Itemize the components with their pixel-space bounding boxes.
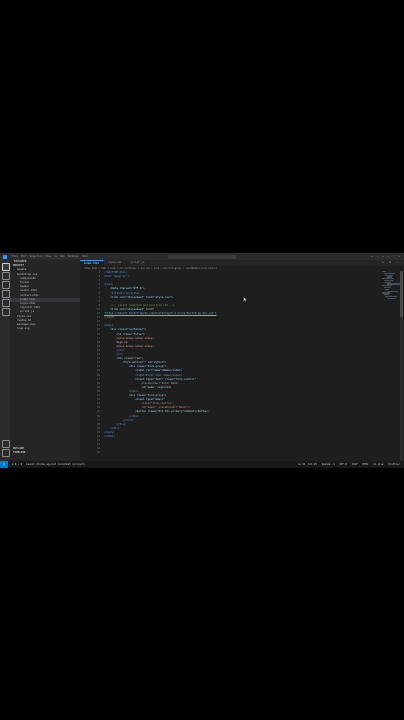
window-control-2-icon[interactable]: ▭: [382, 253, 383, 260]
app-logo-icon: [3, 254, 7, 259]
code-editor[interactable]: 1 <!DOCTYPE html> 2 <html lang="en"> 3 4 <head…: [80, 271, 380, 461]
status-right-item[interactable]: Prettier: [388, 461, 400, 468]
code-line[interactable]: "https://maxcdn.bootstrapcdn.com/bootstr…: [104, 312, 216, 316]
bottom-panels: OUTLINE TIMELINE: [10, 447, 80, 455]
breadcrumb[interactable]: index.html > html > body > div.container…: [84, 267, 384, 271]
search-icon[interactable]: [2, 272, 10, 280]
scrollbar-thumb[interactable]: [400, 271, 403, 317]
menu-item-view[interactable]: View: [46, 253, 52, 260]
timeline-section[interactable]: TIMELINE: [10, 451, 80, 455]
status-right-item[interactable]: HTML: [363, 461, 369, 468]
status-right-item[interactable]: UTF-8: [340, 461, 347, 468]
menu-item-edit[interactable]: Edit: [21, 253, 27, 260]
editor-actions[interactable]: ⊳ ⧉ ⋯: [382, 260, 400, 266]
window-control-5-icon[interactable]: ✕: [399, 253, 400, 260]
code-line[interactable]: </html>: [104, 435, 115, 439]
menu-item-help[interactable]: Help: [82, 253, 88, 260]
window-control-0-icon[interactable]: ▭: [371, 253, 372, 260]
window-controls: ▭ ▭ ▭ — ▢ ✕: [371, 253, 400, 260]
file-tree: assets bootstrap.css components footer heade…: [10, 268, 80, 331]
code-line[interactable]: <html lang="en">: [104, 275, 129, 279]
menu-item-go[interactable]: Go: [54, 253, 57, 260]
editor-scrollbar[interactable]: [400, 271, 403, 461]
remote-indicator-icon[interactable]: ⌬: [0, 461, 8, 468]
command-center-search[interactable]: [168, 254, 236, 259]
source-control-icon[interactable]: [2, 281, 10, 289]
menu-bar: File Edit Selection View Go Run Terminal Help: [12, 253, 88, 260]
minimap-line: [386, 297, 396, 299]
activity-bar: [0, 260, 10, 461]
title-bar: File Edit Selection View Go Run Terminal Help ▭…: [0, 253, 404, 260]
status-left-item[interactable]: ⊗ 0 ⚠ 0: [12, 461, 22, 468]
editor-area: index.html style.css script.js ⊳ ⧉ ⋯ index…: [80, 260, 404, 461]
status-right-item[interactable]: Spaces: 4: [322, 461, 335, 468]
window-control-4-icon[interactable]: ▢: [393, 253, 394, 260]
settings-icon[interactable]: [2, 449, 10, 457]
status-left: ⊗ 0 ⚠ 0 Launch Chrome against localhost (…: [12, 461, 85, 468]
code-line[interactable]: <link rel="stylesheet" href="style.css">: [104, 296, 172, 300]
line-number: 45: [96, 451, 100, 455]
remote-explorer-icon[interactable]: [2, 308, 10, 316]
editor-tabs: index.html style.css script.js: [80, 260, 404, 267]
run-debug-icon[interactable]: [2, 290, 10, 298]
vscode-window: File Edit Selection View Go Run Terminal Help ▭…: [0, 253, 404, 468]
menu-item-selection[interactable]: Selection: [30, 253, 43, 260]
files-icon[interactable]: [2, 263, 10, 271]
code-line[interactable]: </head>: [104, 316, 115, 320]
extensions-icon[interactable]: [2, 299, 10, 307]
menu-item-terminal[interactable]: Terminal: [67, 253, 79, 260]
status-right-item[interactable]: CRLF: [352, 461, 358, 468]
status-bar: ⌬ ⊗ 0 ⚠ 0 Launch Chrome against localhost…: [0, 461, 404, 468]
minimap[interactable]: [382, 271, 400, 301]
mouse-pointer-icon: [243, 297, 247, 302]
window-control-3-icon[interactable]: —: [388, 253, 389, 260]
menu-item-file[interactable]: File: [12, 253, 18, 260]
account-icon[interactable]: [2, 440, 10, 448]
menu-item-run[interactable]: Run: [60, 253, 64, 260]
status-left-item[interactable]: Launch Chrome against localhost (project…: [26, 461, 85, 468]
editor-tab[interactable]: script.js: [127, 260, 150, 266]
status-right-item[interactable]: Go Live: [373, 461, 383, 468]
status-right-item[interactable]: Ln 34, Col 28: [298, 461, 317, 468]
status-right: Ln 34, Col 28 Spaces: 4 UTF-8 CRLF HTML Go Li…: [298, 461, 400, 468]
window-control-1-icon[interactable]: ▭: [377, 253, 378, 260]
explorer-sidebar: EXPLORER PROJECT assets bootstrap.css comp…: [10, 260, 80, 461]
file-tree-item[interactable]: logo.svg: [10, 327, 80, 331]
editor-tab[interactable]: style.css: [104, 260, 127, 266]
